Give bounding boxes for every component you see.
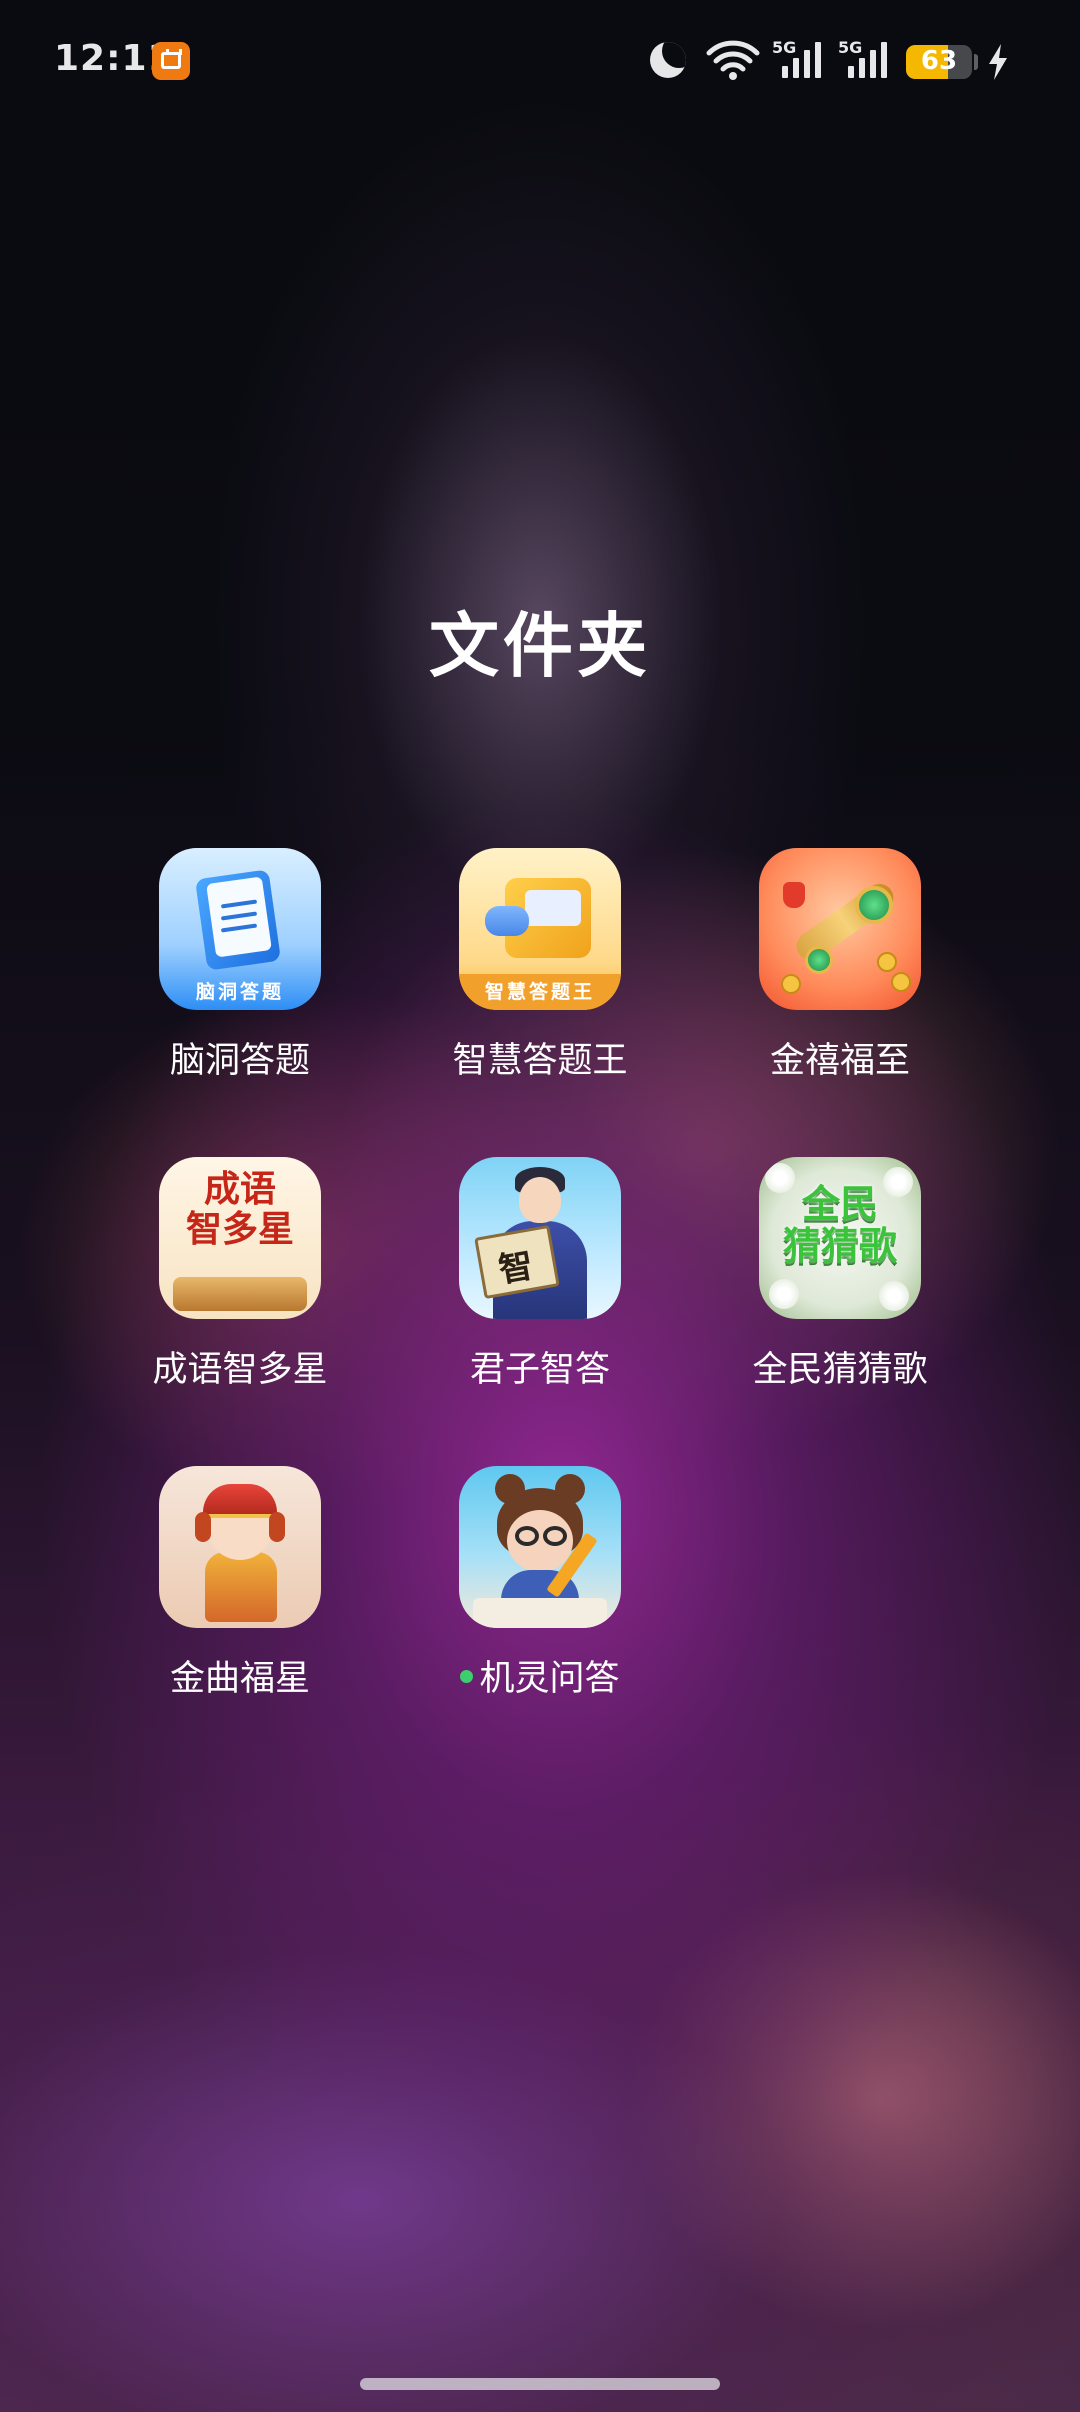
note-art-shape [525,890,581,926]
app-label-with-new-badge: 机灵问答 [430,1650,650,1701]
scroll-art-shape [485,906,529,936]
glasses-shape [515,1526,539,1546]
app-label: 智慧答题王 [452,1041,628,1081]
app-icon-junzi-zhida[interactable]: 智 [459,1157,621,1319]
icon-title-line-2: 猜猜歌 [782,1224,897,1268]
red-bag-shape [783,882,805,908]
home-screen-folder: 12:11 5G 5G 63 文件夹 脑洞答题 脑洞答题 智慧答题王 智慧答题王… [0,0,1080,2412]
icon-strip-text: 智慧答题王 [459,974,621,1010]
flower-shape [769,1279,799,1309]
idol-body-shape [205,1552,277,1622]
scroll-art-shape [173,1277,307,1311]
app-label: 君子智答 [469,1350,610,1390]
app-label: 成语智多星 [152,1350,328,1390]
app-jinqu-fuxing[interactable]: 金曲福星 [130,1466,350,1701]
app-icon-chengyu-zhiduoxing[interactable]: 成语 智多星 [159,1157,321,1319]
icon-title-line-2: 智多星 [185,1209,294,1250]
coin-shape [781,974,801,994]
calendar-notification-icon [152,42,190,80]
flower-shape [879,1281,909,1311]
app-label: 机灵问答 [479,1659,620,1699]
battery-icon: 63 [906,45,972,79]
headphone-icon [269,1512,285,1542]
app-jinxi-fuzhi[interactable]: 金禧福至 [730,848,950,1083]
headphone-icon [195,1512,211,1542]
battery-cap [974,54,978,70]
charging-bolt-icon [989,44,1007,80]
icon-strip-text: 脑洞答题 [195,981,284,1003]
app-naodong-dati[interactable]: 脑洞答题 脑洞答题 [130,848,350,1083]
app-icon-quanmin-caicaige[interactable]: 全民 猜猜歌 [759,1157,921,1319]
app-icon-zhihui-datiwang[interactable]: 智慧答题王 [459,848,621,1010]
home-indicator[interactable] [360,2378,720,2390]
app-label: 脑洞答题 [169,1041,310,1081]
app-zhihui-datiwang[interactable]: 智慧答题王 智慧答题王 [430,848,650,1083]
book-character: 智 [495,1245,537,1291]
wifi-icon [706,40,760,80]
battery-percent: 63 [920,46,958,76]
jade-gem-shape [805,946,833,974]
app-chengyu-zhiduoxing[interactable]: 成语 智多星 成语智多星 [130,1157,350,1392]
app-label: 金禧福至 [769,1041,910,1081]
status-bar: 12:11 5G 5G 63 [0,0,1080,120]
new-install-dot-icon [460,1669,474,1683]
app-jiling-wenda[interactable]: 机灵问答 [430,1466,650,1701]
icon-title-line-1: 成语 [203,1169,276,1210]
signal-icon [848,42,887,78]
glasses-shape [543,1526,567,1546]
book-icon: 智 [474,1224,560,1300]
app-label: 金曲福星 [169,1659,310,1699]
book-icon [473,1598,607,1628]
app-quanmin-caicaige[interactable]: 全民 猜猜歌 全民猜猜歌 [730,1157,950,1392]
coin-shape [891,972,911,992]
coin-shape [877,952,897,972]
app-icon-jinqu-fuxing[interactable] [159,1466,321,1628]
app-junzi-zhida[interactable]: 智 君子智答 [430,1157,650,1392]
icon-title-line-1: 全民 [801,1182,878,1226]
app-icon-jinxi-fuzhi[interactable] [759,848,921,1010]
signal-icon [782,42,821,78]
moon-icon [650,42,686,78]
sage-face-shape [519,1177,561,1223]
app-label: 全民猜猜歌 [752,1350,928,1390]
folder-title[interactable]: 文件夹 [0,590,1080,691]
app-icon-jiling-wenda[interactable] [459,1466,621,1628]
jade-gem-shape [855,886,893,924]
idol-hat-shape [203,1484,277,1518]
app-icon-naodong-dati[interactable]: 脑洞答题 [159,848,321,1010]
